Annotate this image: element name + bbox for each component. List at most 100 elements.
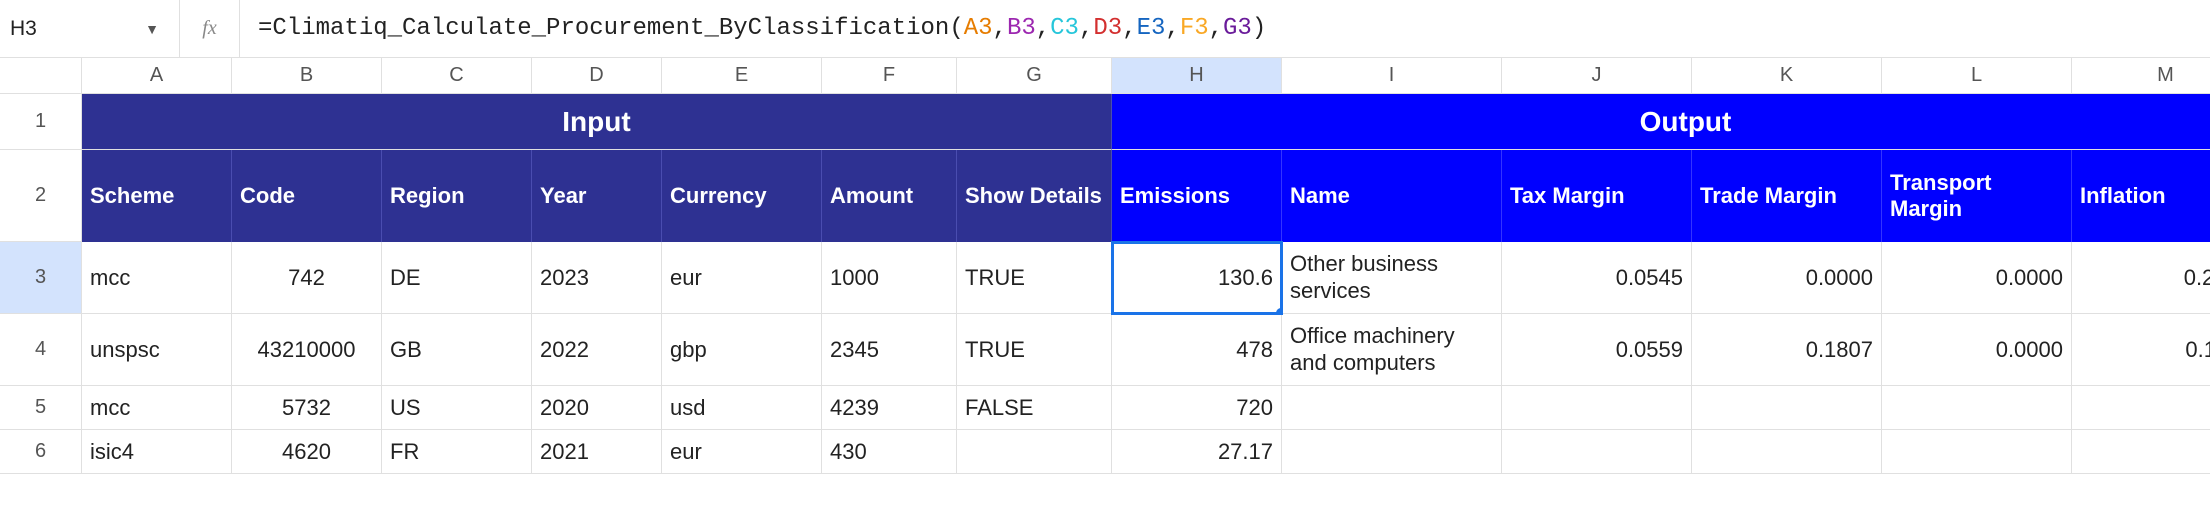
formula-ref-f: F3 — [1180, 15, 1209, 42]
cell-l6[interactable] — [1882, 430, 2072, 474]
hdr-inflation[interactable]: Inflation — [2072, 150, 2210, 242]
hdr-show-details[interactable]: Show Details — [957, 150, 1112, 242]
cell-h3[interactable]: 130.6 — [1112, 242, 1282, 314]
cell-b5[interactable]: 5732 — [232, 386, 382, 430]
hdr-region[interactable]: Region — [382, 150, 532, 242]
cell-e5[interactable]: usd — [662, 386, 822, 430]
select-all-corner[interactable] — [0, 58, 82, 94]
merged-header-input[interactable]: Input — [82, 94, 1112, 150]
hdr-code[interactable]: Code — [232, 150, 382, 242]
cell-f6[interactable]: 430 — [822, 430, 957, 474]
cell-a5[interactable]: mcc — [82, 386, 232, 430]
cell-g5[interactable]: FALSE — [957, 386, 1112, 430]
cell-g6[interactable] — [957, 430, 1112, 474]
cell-i4[interactable]: Office machinery and computers — [1282, 314, 1502, 386]
cell-j6[interactable] — [1502, 430, 1692, 474]
row-head-2[interactable]: 2 — [0, 150, 82, 242]
hdr-amount[interactable]: Amount — [822, 150, 957, 242]
name-box-dropdown-icon[interactable]: ▼ — [145, 21, 159, 37]
formula-input[interactable]: =Climatiq_Calculate_Procurement_ByClassi… — [240, 15, 2210, 42]
cell-k6[interactable] — [1692, 430, 1882, 474]
cell-k4[interactable]: 0.1807 — [1692, 314, 1882, 386]
formula-ref-a: A3 — [964, 15, 993, 42]
formula-ref-b: B3 — [1007, 15, 1036, 42]
cell-b6[interactable]: 4620 — [232, 430, 382, 474]
cell-m3[interactable]: 0.2204 — [2072, 242, 2210, 314]
formula-bar: H3 ▼ fx =Climatiq_Calculate_Procurement_… — [0, 0, 2210, 58]
cell-m4[interactable]: 0.1169 — [2072, 314, 2210, 386]
col-head-g[interactable]: G — [957, 58, 1112, 94]
cell-c4[interactable]: GB — [382, 314, 532, 386]
cell-i5[interactable] — [1282, 386, 1502, 430]
cell-b3[interactable]: 742 — [232, 242, 382, 314]
col-head-f[interactable]: F — [822, 58, 957, 94]
cell-j3[interactable]: 0.0545 — [1502, 242, 1692, 314]
cell-g3[interactable]: TRUE — [957, 242, 1112, 314]
cell-d6[interactable]: 2021 — [532, 430, 662, 474]
cell-f5[interactable]: 4239 — [822, 386, 957, 430]
hdr-currency[interactable]: Currency — [662, 150, 822, 242]
hdr-year[interactable]: Year — [532, 150, 662, 242]
hdr-scheme[interactable]: Scheme — [82, 150, 232, 242]
cell-f3[interactable]: 1000 — [822, 242, 957, 314]
cell-j4[interactable]: 0.0559 — [1502, 314, 1692, 386]
hdr-tax[interactable]: Tax Margin — [1502, 150, 1692, 242]
cell-l3[interactable]: 0.0000 — [1882, 242, 2072, 314]
row-head-1[interactable]: 1 — [0, 94, 82, 150]
cell-c5[interactable]: US — [382, 386, 532, 430]
cell-k3[interactable]: 0.0000 — [1692, 242, 1882, 314]
cell-a6[interactable]: isic4 — [82, 430, 232, 474]
hdr-emissions[interactable]: Emissions — [1112, 150, 1282, 242]
col-head-e[interactable]: E — [662, 58, 822, 94]
cell-e3[interactable]: eur — [662, 242, 822, 314]
col-head-m[interactable]: M — [2072, 58, 2210, 94]
cell-f4[interactable]: 2345 — [822, 314, 957, 386]
cell-k5[interactable] — [1692, 386, 1882, 430]
formula-ref-e: E3 — [1137, 15, 1166, 42]
cell-m5[interactable] — [2072, 386, 2210, 430]
col-head-h[interactable]: H — [1112, 58, 1282, 94]
cell-e4[interactable]: gbp — [662, 314, 822, 386]
row-head-6[interactable]: 6 — [0, 430, 82, 474]
cell-l5[interactable] — [1882, 386, 2072, 430]
cell-g4[interactable]: TRUE — [957, 314, 1112, 386]
cell-c3[interactable]: DE — [382, 242, 532, 314]
col-head-a[interactable]: A — [82, 58, 232, 94]
cell-e6[interactable]: eur — [662, 430, 822, 474]
cell-d4[interactable]: 2022 — [532, 314, 662, 386]
col-head-d[interactable]: D — [532, 58, 662, 94]
cell-b4[interactable]: 43210000 — [232, 314, 382, 386]
col-head-b[interactable]: B — [232, 58, 382, 94]
formula-ref-g: G3 — [1223, 15, 1252, 42]
cell-l4[interactable]: 0.0000 — [1882, 314, 2072, 386]
cell-d3[interactable]: 2023 — [532, 242, 662, 314]
hdr-name[interactable]: Name — [1282, 150, 1502, 242]
formula-prefix: =Climatiq_Calculate_Procurement_ByClassi… — [258, 15, 964, 42]
col-head-k[interactable]: K — [1692, 58, 1882, 94]
cell-d5[interactable]: 2020 — [532, 386, 662, 430]
fx-icon[interactable]: fx — [180, 0, 240, 57]
cell-a3[interactable]: mcc — [82, 242, 232, 314]
name-box[interactable]: H3 ▼ — [0, 0, 180, 57]
name-box-text: H3 — [10, 17, 37, 41]
col-head-c[interactable]: C — [382, 58, 532, 94]
cell-h4[interactable]: 478 — [1112, 314, 1282, 386]
cell-i3[interactable]: Other business services — [1282, 242, 1502, 314]
formula-ref-d: D3 — [1093, 15, 1122, 42]
cell-h6[interactable]: 27.17 — [1112, 430, 1282, 474]
cell-m6[interactable] — [2072, 430, 2210, 474]
cell-j5[interactable] — [1502, 386, 1692, 430]
col-head-i[interactable]: I — [1282, 58, 1502, 94]
cell-i6[interactable] — [1282, 430, 1502, 474]
cell-c6[interactable]: FR — [382, 430, 532, 474]
row-head-3[interactable]: 3 — [0, 242, 82, 314]
col-head-l[interactable]: L — [1882, 58, 2072, 94]
cell-h5[interactable]: 720 — [1112, 386, 1282, 430]
merged-header-output[interactable]: Output — [1112, 94, 2210, 150]
row-head-4[interactable]: 4 — [0, 314, 82, 386]
cell-a4[interactable]: unspsc — [82, 314, 232, 386]
hdr-transport[interactable]: Transport Margin — [1882, 150, 2072, 242]
hdr-trade[interactable]: Trade Margin — [1692, 150, 1882, 242]
row-head-5[interactable]: 5 — [0, 386, 82, 430]
col-head-j[interactable]: J — [1502, 58, 1692, 94]
